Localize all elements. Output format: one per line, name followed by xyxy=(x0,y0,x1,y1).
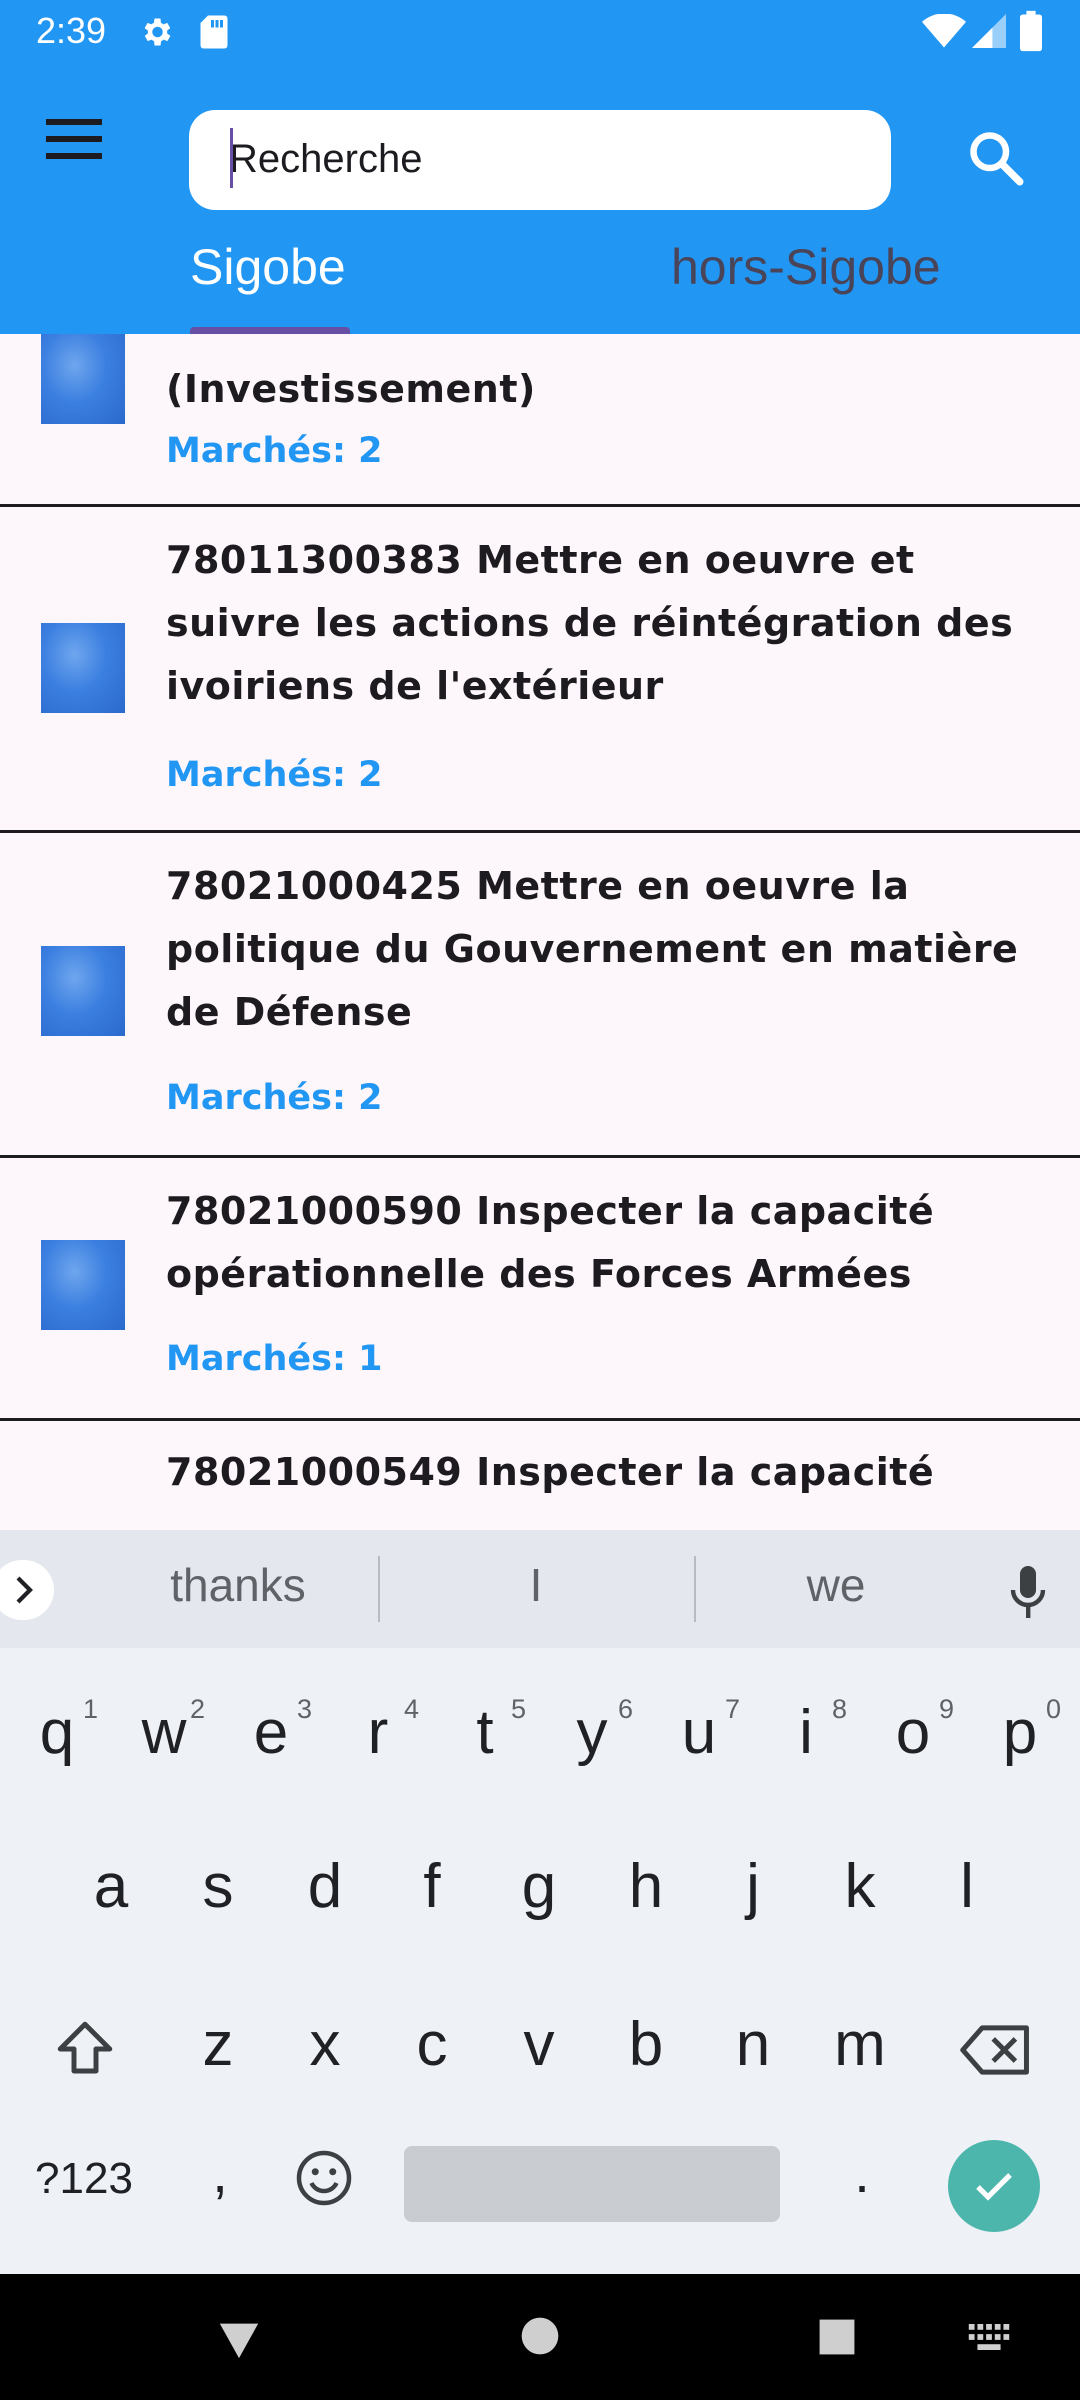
key-y[interactable]: y6 xyxy=(543,1670,641,1798)
item-count: Marchés: 2 xyxy=(166,1078,383,1118)
list-item[interactable]: 78021000549 Inspecter la capacité xyxy=(0,1421,1080,1530)
key-b[interactable]: b xyxy=(597,1982,695,2110)
battery-icon xyxy=(1020,10,1042,52)
key-w[interactable]: w2 xyxy=(115,1670,213,1798)
key-p[interactable]: p0 xyxy=(971,1670,1069,1798)
suggestion-bar: thanks I we xyxy=(0,1530,1080,1648)
key-u[interactable]: u7 xyxy=(650,1670,748,1798)
check-icon xyxy=(976,2173,1012,2201)
wifi-icon xyxy=(922,14,966,48)
program-list[interactable]: (Investissement) Marchés: 2 78011300383 … xyxy=(0,334,1080,1530)
status-bar: 2:39 xyxy=(0,0,1080,66)
gear-icon xyxy=(144,18,171,46)
key-n[interactable]: n xyxy=(704,1982,802,2110)
key-v[interactable]: v xyxy=(490,1982,588,2110)
key-d[interactable]: d xyxy=(276,1824,374,1952)
key-q[interactable]: q1 xyxy=(8,1670,106,1798)
tab-hors-sigobe[interactable]: hors-Sigobe xyxy=(671,238,941,334)
key-s[interactable]: s xyxy=(169,1824,267,1952)
key-g[interactable]: g xyxy=(490,1824,588,1952)
list-item[interactable]: (Investissement) Marchés: 2 xyxy=(0,334,1080,507)
suggestion-1[interactable]: thanks xyxy=(100,1558,376,1618)
list-item[interactable]: 78021000425 Mettre en oeuvre la politiqu… xyxy=(0,833,1080,1158)
navigation-bar xyxy=(0,2274,1080,2400)
suggestion-divider xyxy=(378,1556,380,1622)
item-thumbnail xyxy=(41,334,125,424)
key-c[interactable]: c xyxy=(383,1982,481,2110)
sd-card-icon xyxy=(200,15,228,49)
search-icon[interactable] xyxy=(966,128,1026,188)
microphone-icon[interactable] xyxy=(1010,1566,1046,1618)
hamburger-menu-icon[interactable] xyxy=(44,114,104,164)
tab-indicator xyxy=(190,327,350,334)
item-count: Marchés: 2 xyxy=(166,431,383,471)
key-f[interactable]: f xyxy=(383,1824,481,1952)
key-j[interactable]: j xyxy=(704,1824,802,1952)
backspace-key[interactable] xyxy=(944,1982,1048,2110)
key-z[interactable]: z xyxy=(169,1982,267,2110)
key-a[interactable]: a xyxy=(62,1824,160,1952)
signal-icon xyxy=(972,14,1006,48)
item-title: 78011300383 Mettre en oeuvre et suivre l… xyxy=(166,538,1014,708)
suggestion-3[interactable]: we xyxy=(700,1558,972,1618)
app-bar: 2:39 Sigobe hors-Sigobe xyxy=(0,0,1080,334)
text-cursor xyxy=(230,128,233,188)
comma-key[interactable]: , xyxy=(180,2140,260,2205)
item-thumbnail xyxy=(41,946,125,1036)
key-m[interactable]: m xyxy=(811,1982,909,2110)
key-k[interactable]: k xyxy=(811,1824,909,1952)
list-item[interactable]: 78021000590 Inspecter la capacité opérat… xyxy=(0,1158,1080,1421)
item-thumbnail xyxy=(41,623,125,713)
item-title: 78021000549 Inspecter la capacité xyxy=(166,1450,935,1494)
shift-icon xyxy=(57,2021,113,2074)
item-count: Marchés: 2 xyxy=(166,755,383,795)
expand-toolbar-button[interactable] xyxy=(0,1560,54,1620)
emoji-icon xyxy=(296,2150,352,2206)
emoji-key[interactable] xyxy=(286,2142,362,2218)
item-title: (Investissement) xyxy=(166,367,536,411)
key-l[interactable]: l xyxy=(918,1824,1016,1952)
keyboard-switch-icon[interactable] xyxy=(968,2324,1010,2350)
key-o[interactable]: o9 xyxy=(864,1670,962,1798)
backspace-icon xyxy=(960,2025,1029,2075)
status-time: 2:39 xyxy=(36,10,107,51)
suggestion-divider xyxy=(694,1556,696,1622)
soft-keyboard: thanks I we q1 w2 e3 r4 t5 y6 u7 i8 o9 p… xyxy=(0,1530,1080,2274)
enter-key[interactable] xyxy=(948,2140,1040,2232)
symbols-key[interactable]: ?123 xyxy=(20,2154,148,2204)
key-t[interactable]: t5 xyxy=(436,1670,534,1798)
key-e[interactable]: e3 xyxy=(222,1670,320,1798)
shift-key[interactable] xyxy=(34,1982,138,2110)
period-key[interactable]: . xyxy=(822,2140,902,2205)
item-count: Marchés: 1 xyxy=(166,1339,383,1379)
chevron-right-icon xyxy=(16,1576,33,1604)
space-bar[interactable] xyxy=(404,2146,780,2222)
key-x[interactable]: x xyxy=(276,1982,374,2110)
list-item[interactable]: 78011300383 Mettre en oeuvre et suivre l… xyxy=(0,507,1080,833)
search-box[interactable] xyxy=(189,110,891,210)
key-i[interactable]: i8 xyxy=(757,1670,855,1798)
tab-sigobe[interactable]: Sigobe xyxy=(190,238,346,334)
suggestion-2[interactable]: I xyxy=(400,1558,672,1618)
item-thumbnail xyxy=(41,1240,125,1330)
search-input[interactable] xyxy=(229,126,849,192)
key-h[interactable]: h xyxy=(597,1824,695,1952)
home-icon[interactable] xyxy=(520,2316,560,2356)
back-icon[interactable] xyxy=(216,2316,262,2362)
item-title: 78021000590 Inspecter la capacité opérat… xyxy=(166,1189,935,1296)
key-r[interactable]: r4 xyxy=(329,1670,427,1798)
recents-icon[interactable] xyxy=(818,2318,856,2356)
item-title: 78021000425 Mettre en oeuvre la politiqu… xyxy=(166,864,1019,1034)
